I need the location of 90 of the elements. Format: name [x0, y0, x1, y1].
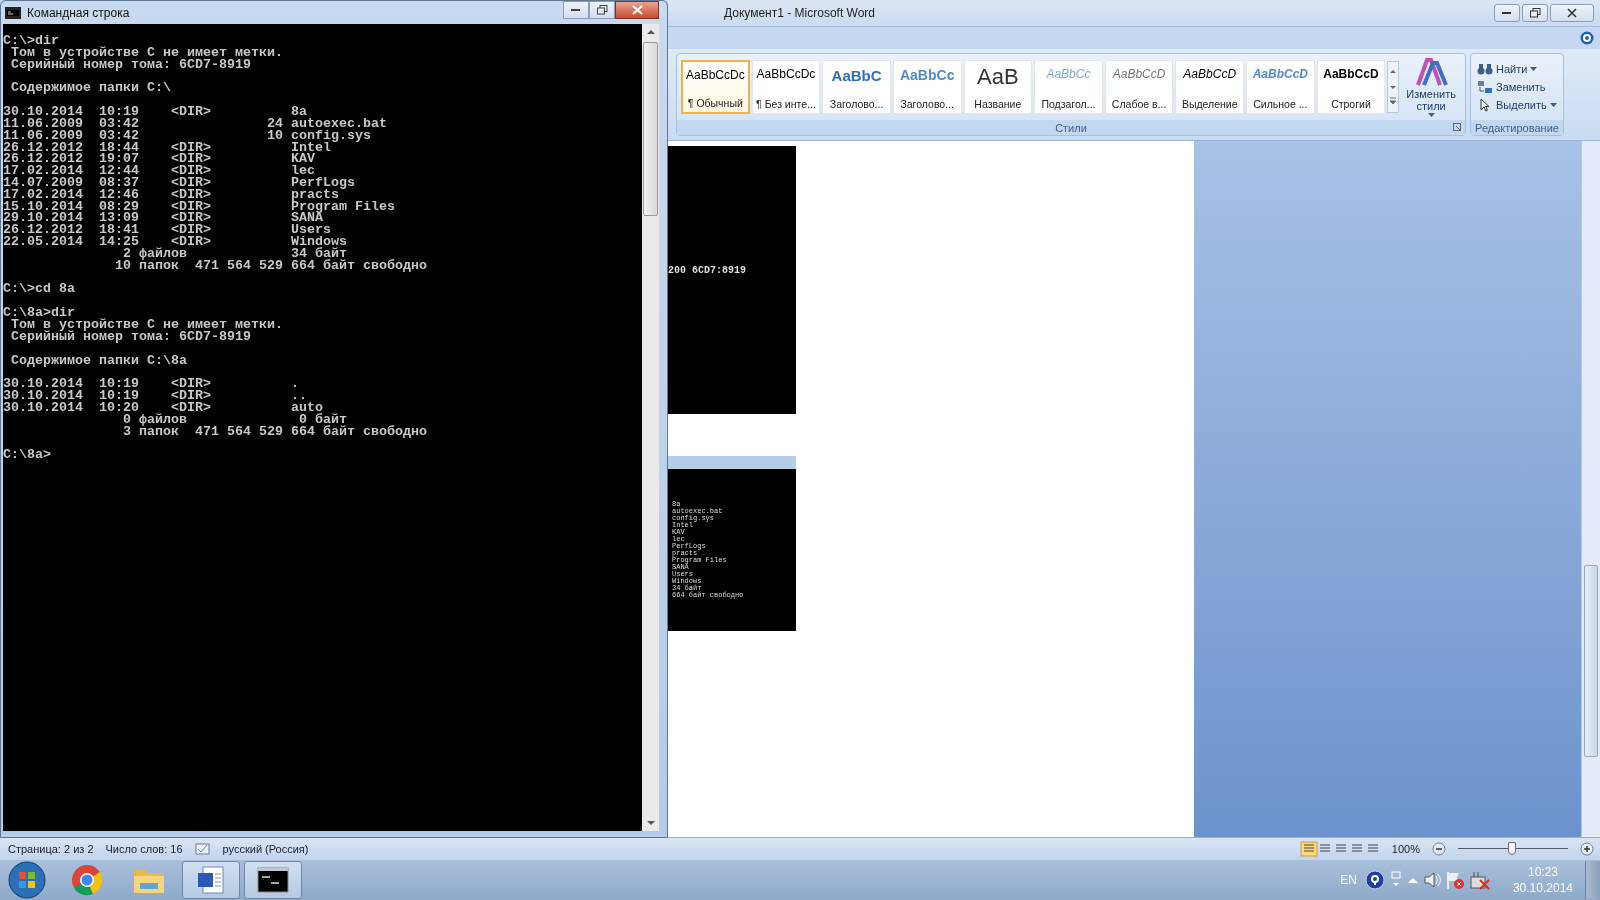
console-line: 17.02.2014 12:46 <DIR> practs — [3, 188, 339, 201]
taskbar-button[interactable] — [182, 861, 240, 899]
console-line: 30.10.2014 10:19 <DIR> .. — [3, 390, 307, 402]
zoom-slider[interactable] — [1458, 841, 1568, 857]
window-title: Командная строка — [27, 5, 130, 20]
zoom-out-icon[interactable] — [1432, 842, 1446, 856]
style-item[interactable]: AaB Название — [963, 60, 1033, 114]
close-button[interactable] — [615, 0, 659, 19]
maximize-button[interactable] — [589, 0, 615, 19]
maximize-button[interactable] — [1522, 4, 1548, 22]
vertical-scrollbar[interactable] — [642, 24, 659, 831]
group-label: Стили — [1055, 121, 1087, 134]
flag-error-icon[interactable] — [1444, 870, 1465, 890]
word-count[interactable]: Число слов: 16 — [105, 843, 183, 855]
console-line: Серийный номер тома: 6CD7-8919 — [10, 58, 251, 71]
style-item[interactable]: AaBbCc Подзагол... — [1034, 60, 1103, 114]
style-item[interactable]: AaBbCcDc ¶ Без инте... — [751, 60, 821, 114]
console-line: C:\8a>dir — [3, 307, 75, 319]
console-line: 26.12.2012 18:44 <DIR> Intel — [3, 141, 331, 154]
console-line: 30.10.2014 10:19 <DIR> 8a — [3, 106, 307, 118]
minimize-button[interactable] — [563, 0, 589, 19]
caret-icon — [1427, 113, 1435, 117]
console-line: 30.10.2014 10:19 <DIR> . — [3, 378, 299, 391]
console-text: 200 6CD7:8919 — [668, 264, 746, 276]
date-text: 30.10.2014 — [1512, 880, 1573, 896]
zoom-level[interactable]: 100% — [1391, 843, 1420, 855]
ribbon-button[interactable]: Заменить — [1475, 79, 1559, 95]
style-item[interactable]: AaBbC Заголово... — [822, 60, 891, 114]
document-icon — [195, 864, 227, 896]
language-status[interactable]: русский (Россия) — [222, 843, 309, 855]
console-line: 17.02.2014 12:44 <DIR> lec — [3, 165, 315, 177]
font-style-icon — [1414, 57, 1449, 87]
speaker-icon[interactable] — [1422, 871, 1441, 889]
console-line: 10 папок 471 564 529 664 байт свободно — [113, 259, 427, 272]
console-line: Том в устройстве C не имеет метки. — [10, 46, 283, 59]
group-label: Редактирование — [1475, 121, 1559, 134]
style-item[interactable]: AaBbCcD Слабое в... — [1104, 60, 1174, 114]
ribbon-button[interactable]: Выделить — [1475, 97, 1559, 113]
ribbon-button[interactable]: Найти — [1475, 61, 1559, 77]
binoculars-icon — [1477, 62, 1493, 76]
dialog-launcher-icon[interactable] — [1453, 123, 1461, 131]
console-line: 26.12.2012 19:07 <DIR> KAV — [3, 153, 315, 166]
change-styles-button[interactable]: Изменить стили — [1401, 57, 1461, 117]
browser-icon — [71, 864, 103, 896]
console-line: Серийный номер тома: 6CD7-8919 — [10, 330, 251, 343]
console-line: 30.10.2014 10:20 <DIR> auto — [3, 401, 323, 414]
scroll-thumb[interactable] — [1584, 565, 1598, 757]
help-icon[interactable] — [1580, 31, 1594, 45]
console-line: C:\>cd 8a — [3, 283, 75, 296]
terminal-icon — [257, 867, 289, 893]
style-item[interactable]: AaBbCcD Выделение — [1175, 60, 1244, 114]
console-line: 14.07.2009 08:37 <DIR> PerfLogs — [3, 176, 355, 189]
restore-icon — [1529, 8, 1541, 18]
console-line: Содержимое папки C:\8a — [10, 354, 187, 367]
console-line: 15.10.2014 08:29 <DIR> Program Files — [3, 200, 395, 213]
zoom-in-icon[interactable] — [1580, 842, 1594, 856]
proofing-icon[interactable] — [194, 843, 211, 855]
gallery-scroll[interactable] — [1387, 61, 1400, 113]
close-icon — [631, 4, 643, 15]
help-icon[interactable] — [1364, 870, 1385, 890]
page-count[interactable]: Страница: 2 из 2 — [8, 843, 94, 855]
console-line: 0 файлов 0 байт — [121, 413, 347, 426]
console-line: 26.12.2012 18:41 <DIR> Users — [3, 224, 331, 236]
console-line: 11.06.2009 03:42 24 autoexec.bat — [3, 118, 387, 130]
console-icon — [5, 6, 21, 19]
time-text: 10:23 — [1527, 864, 1558, 880]
style-item[interactable]: AaBbCcD Строгий — [1316, 60, 1386, 114]
style-item[interactable]: AaBbCcDc ¶ Обычный — [681, 60, 750, 114]
window-title: Документ1 - Microsoft Word — [724, 6, 876, 20]
console-line: C:\>dir — [3, 35, 59, 47]
minimize-icon — [1502, 11, 1512, 15]
console-line: C:\8a> — [3, 449, 51, 462]
scroll-thumb[interactable] — [643, 42, 658, 216]
restore-icon — [596, 4, 608, 15]
minimize-button[interactable] — [1494, 4, 1520, 22]
taskbar-button[interactable] — [244, 861, 302, 899]
console-line: 2 файлов 34 байт — [122, 247, 347, 260]
console-line: 29.10.2014 13:09 <DIR> SANA — [3, 212, 323, 225]
console-line: 11.06.2009 03:42 10 config.sys — [3, 129, 371, 142]
vertical-scrollbar[interactable] — [1581, 141, 1600, 837]
console-line: 3 папок 471 564 529 664 байт свободно — [121, 425, 427, 438]
console-line: Том в устройстве C не имеет метки. — [10, 318, 283, 331]
network-error-icon[interactable] — [1468, 870, 1491, 890]
console-line: Содержимое папки C:\ — [10, 82, 171, 95]
replace-icon — [1477, 80, 1493, 94]
close-button[interactable] — [1550, 4, 1594, 22]
style-item[interactable]: AaBbCc Заголово... — [892, 60, 962, 114]
console-line: 22.05.2014 14:25 <DIR> Windows — [3, 235, 347, 248]
close-icon — [1567, 8, 1577, 18]
style-item[interactable]: AaBbCcD Сильное ... — [1246, 60, 1315, 114]
